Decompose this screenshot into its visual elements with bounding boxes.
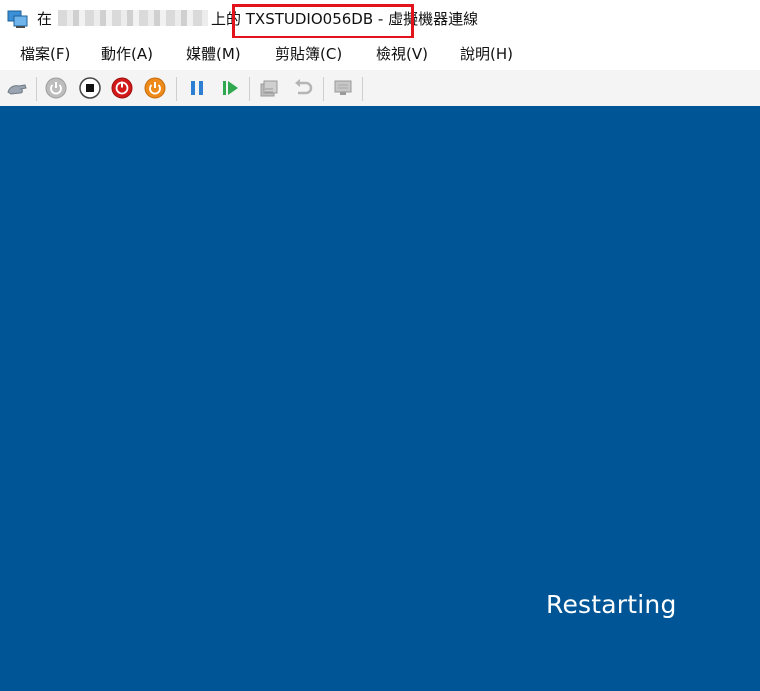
- reset-icon[interactable]: [219, 77, 241, 99]
- toolbar: [0, 70, 760, 106]
- revert-icon[interactable]: [292, 77, 314, 99]
- menu-bar: 檔案(F) 動作(A) 媒體(M) 剪貼簿(C) 檢視(V) 說明(H): [0, 38, 760, 70]
- start-icon[interactable]: [45, 77, 67, 99]
- vm-name-highlight: [232, 4, 414, 39]
- pause-icon[interactable]: [186, 77, 208, 99]
- menu-media[interactable]: 媒體(M): [186, 44, 241, 64]
- menu-help[interactable]: 說明(H): [460, 44, 513, 64]
- checkpoint-icon[interactable]: [258, 77, 280, 99]
- menu-action[interactable]: 動作(A): [101, 44, 153, 64]
- restarting-status: Restarting: [546, 590, 677, 619]
- shut-down-icon[interactable]: [111, 77, 133, 99]
- vm-connection-icon: [7, 9, 29, 29]
- enhanced-session-icon[interactable]: [332, 77, 354, 99]
- ctrl-alt-del-icon[interactable]: [6, 77, 28, 99]
- menu-file[interactable]: 檔案(F): [20, 44, 70, 64]
- title-prefix: 在: [37, 10, 53, 28]
- save-icon[interactable]: [144, 77, 166, 99]
- host-name-blurred: [58, 10, 208, 26]
- menu-view[interactable]: 檢視(V): [376, 44, 428, 64]
- vm-console-screen[interactable]: Restarting: [0, 106, 760, 691]
- turn-off-icon[interactable]: [79, 77, 101, 99]
- menu-clipboard[interactable]: 剪貼簿(C): [275, 44, 342, 64]
- title-bar: 在 上的 TXSTUDIO056DB - 虛擬機器連線: [0, 0, 760, 39]
